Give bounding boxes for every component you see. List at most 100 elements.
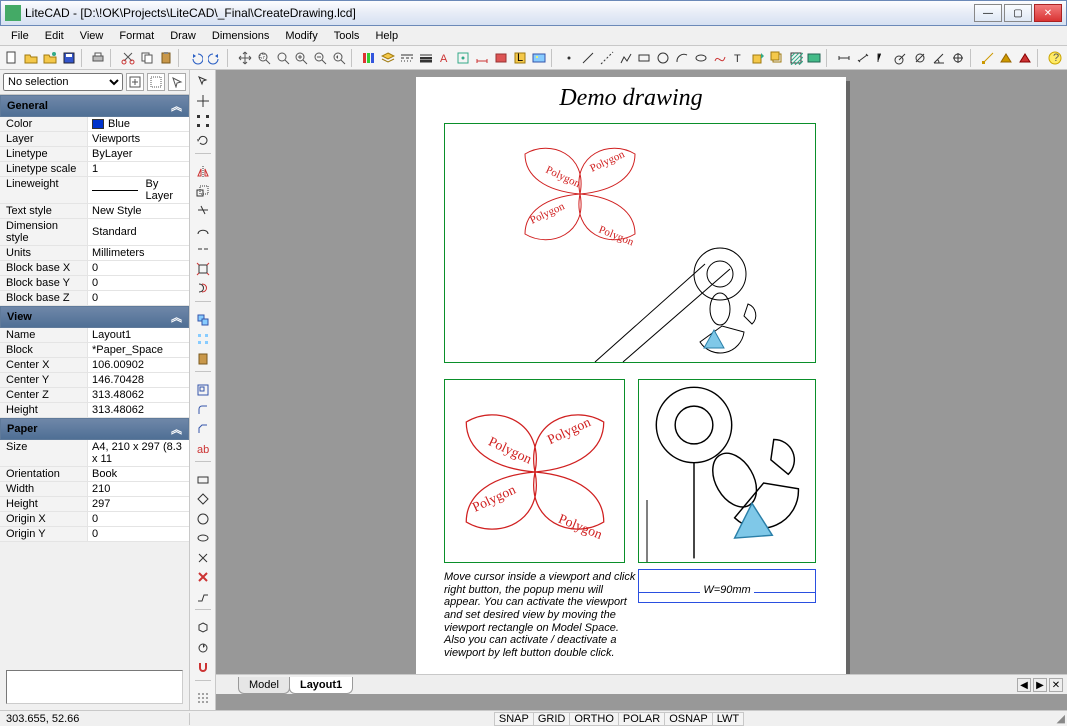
chamfer-icon[interactable] bbox=[194, 420, 212, 437]
copyent-icon[interactable] bbox=[194, 311, 212, 328]
property-row[interactable]: Text styleNew Style bbox=[0, 204, 189, 219]
array-icon[interactable] bbox=[194, 331, 212, 348]
paste-icon[interactable] bbox=[157, 49, 175, 67]
property-row[interactable]: UnitsMillimeters bbox=[0, 246, 189, 261]
mlinestyle-icon[interactable] bbox=[492, 49, 510, 67]
rect-tool-icon[interactable] bbox=[636, 49, 654, 67]
toggle-osnap[interactable]: OSNAP bbox=[664, 712, 713, 726]
grips-icon[interactable] bbox=[194, 112, 212, 129]
menu-modify[interactable]: Modify bbox=[278, 28, 324, 44]
property-value[interactable]: 0 bbox=[88, 291, 189, 305]
point-tool-icon[interactable] bbox=[560, 49, 578, 67]
property-row[interactable]: Center X106.00902 bbox=[0, 358, 189, 373]
explode-icon[interactable] bbox=[194, 260, 212, 277]
property-row[interactable]: LinetypeByLayer bbox=[0, 147, 189, 162]
property-row[interactable]: Linetype scale1 bbox=[0, 162, 189, 177]
mirror-icon[interactable] bbox=[194, 163, 212, 180]
drawing-canvas[interactable]: Demo drawing Polygon Polygon Polygon bbox=[216, 70, 1067, 710]
undo-icon[interactable] bbox=[187, 49, 205, 67]
zoom-out-icon[interactable] bbox=[311, 49, 329, 67]
viewport-3[interactable] bbox=[638, 379, 816, 563]
draw-magnet-icon[interactable] bbox=[194, 658, 212, 675]
draw-circle-icon[interactable] bbox=[194, 510, 212, 527]
open-icon[interactable] bbox=[22, 49, 40, 67]
property-row[interactable]: Origin X0 bbox=[0, 512, 189, 527]
image-mgr-icon[interactable] bbox=[530, 49, 548, 67]
dim-linear-icon[interactable] bbox=[835, 49, 853, 67]
zoom-prev-icon[interactable] bbox=[330, 49, 348, 67]
ellipse-tool-icon[interactable] bbox=[692, 49, 710, 67]
viewport-1[interactable]: Polygon Polygon Polygon Polygon bbox=[444, 123, 816, 363]
property-value[interactable]: By Layer bbox=[88, 177, 189, 203]
menu-help[interactable]: Help bbox=[368, 28, 405, 44]
property-value[interactable]: ByLayer bbox=[88, 147, 189, 161]
toggle-polar[interactable]: POLAR bbox=[618, 712, 665, 726]
quickselect-button[interactable] bbox=[126, 73, 144, 91]
property-row[interactable]: OrientationBook bbox=[0, 467, 189, 482]
minimize-button[interactable]: — bbox=[974, 4, 1002, 22]
property-value[interactable]: Book bbox=[88, 467, 189, 481]
property-value[interactable]: 0 bbox=[88, 276, 189, 290]
draw-del-icon[interactable] bbox=[194, 569, 212, 586]
arc-tool-icon[interactable] bbox=[673, 49, 691, 67]
property-value[interactable]: 210 bbox=[88, 482, 189, 496]
zoom-window-icon[interactable] bbox=[255, 49, 273, 67]
viewport-2[interactable]: Polygon Polygon Polygon Polygon bbox=[444, 379, 625, 563]
property-row[interactable]: Dimension styleStandard bbox=[0, 219, 189, 246]
property-row[interactable]: Block base Y0 bbox=[0, 276, 189, 291]
property-value[interactable]: Blue bbox=[88, 117, 189, 131]
draw-cross-icon[interactable] bbox=[194, 549, 212, 566]
selectall-button[interactable] bbox=[147, 73, 165, 91]
property-row[interactable]: Center Y146.70428 bbox=[0, 373, 189, 388]
zoom-extents-icon[interactable] bbox=[274, 49, 292, 67]
save-icon[interactable] bbox=[60, 49, 78, 67]
menu-draw[interactable]: Draw bbox=[163, 28, 203, 44]
block-mgr-icon[interactable]: L bbox=[511, 49, 529, 67]
fillet-icon[interactable] bbox=[194, 401, 212, 418]
area-tool-icon[interactable] bbox=[998, 49, 1016, 67]
property-row[interactable]: Block base X0 bbox=[0, 261, 189, 276]
menu-view[interactable]: View bbox=[73, 28, 111, 44]
draw-ellipse-icon[interactable] bbox=[194, 530, 212, 547]
layers-icon[interactable] bbox=[379, 49, 397, 67]
command-input[interactable] bbox=[6, 670, 183, 704]
property-row[interactable]: Width210 bbox=[0, 482, 189, 497]
property-row[interactable]: Origin Y0 bbox=[0, 527, 189, 542]
polyline-tool-icon[interactable] bbox=[617, 49, 635, 67]
dim-diameter-icon[interactable] bbox=[911, 49, 929, 67]
property-value[interactable]: A4, 210 x 297 (8.3 x 11 bbox=[88, 440, 189, 466]
print-icon[interactable] bbox=[90, 49, 108, 67]
hatch-tool-icon[interactable] bbox=[787, 49, 805, 67]
color-icon[interactable] bbox=[360, 49, 378, 67]
tab-model[interactable]: Model bbox=[238, 677, 290, 694]
property-value[interactable]: 0 bbox=[88, 261, 189, 275]
property-value[interactable]: 313.48062 bbox=[88, 403, 189, 417]
property-row[interactable]: Height297 bbox=[0, 497, 189, 512]
scroll-close-icon[interactable]: ✕ bbox=[1049, 678, 1063, 692]
property-row[interactable]: LayerViewports bbox=[0, 132, 189, 147]
line-tool-icon[interactable] bbox=[579, 49, 597, 67]
property-row[interactable]: Height313.48062 bbox=[0, 403, 189, 418]
maximize-button[interactable]: ▢ bbox=[1004, 4, 1032, 22]
property-value[interactable]: New Style bbox=[88, 204, 189, 218]
toggle-lwt[interactable]: LWT bbox=[712, 712, 744, 726]
dim-ord-icon[interactable] bbox=[873, 49, 891, 67]
dim-radius-icon[interactable] bbox=[892, 49, 910, 67]
offset-icon[interactable] bbox=[194, 280, 212, 297]
trimext-icon[interactable] bbox=[194, 202, 212, 219]
property-row[interactable]: ColorBlue bbox=[0, 117, 189, 132]
insertimage-icon[interactable] bbox=[806, 49, 824, 67]
blockref-icon[interactable] bbox=[768, 49, 786, 67]
resize-grip-icon[interactable]: ◢ bbox=[1049, 712, 1067, 725]
openalt-icon[interactable] bbox=[41, 49, 59, 67]
dim-center-icon[interactable] bbox=[949, 49, 967, 67]
property-value[interactable]: 313.48062 bbox=[88, 388, 189, 402]
menu-edit[interactable]: Edit bbox=[38, 28, 71, 44]
scale-icon[interactable] bbox=[194, 182, 212, 199]
close-button[interactable]: ✕ bbox=[1034, 4, 1062, 22]
property-value[interactable]: Viewports bbox=[88, 132, 189, 146]
draw-diamond-icon[interactable] bbox=[194, 491, 212, 508]
cursor-edit-icon[interactable] bbox=[194, 73, 212, 90]
group-general-header[interactable]: General︽ bbox=[0, 95, 189, 117]
pan-icon[interactable] bbox=[236, 49, 254, 67]
